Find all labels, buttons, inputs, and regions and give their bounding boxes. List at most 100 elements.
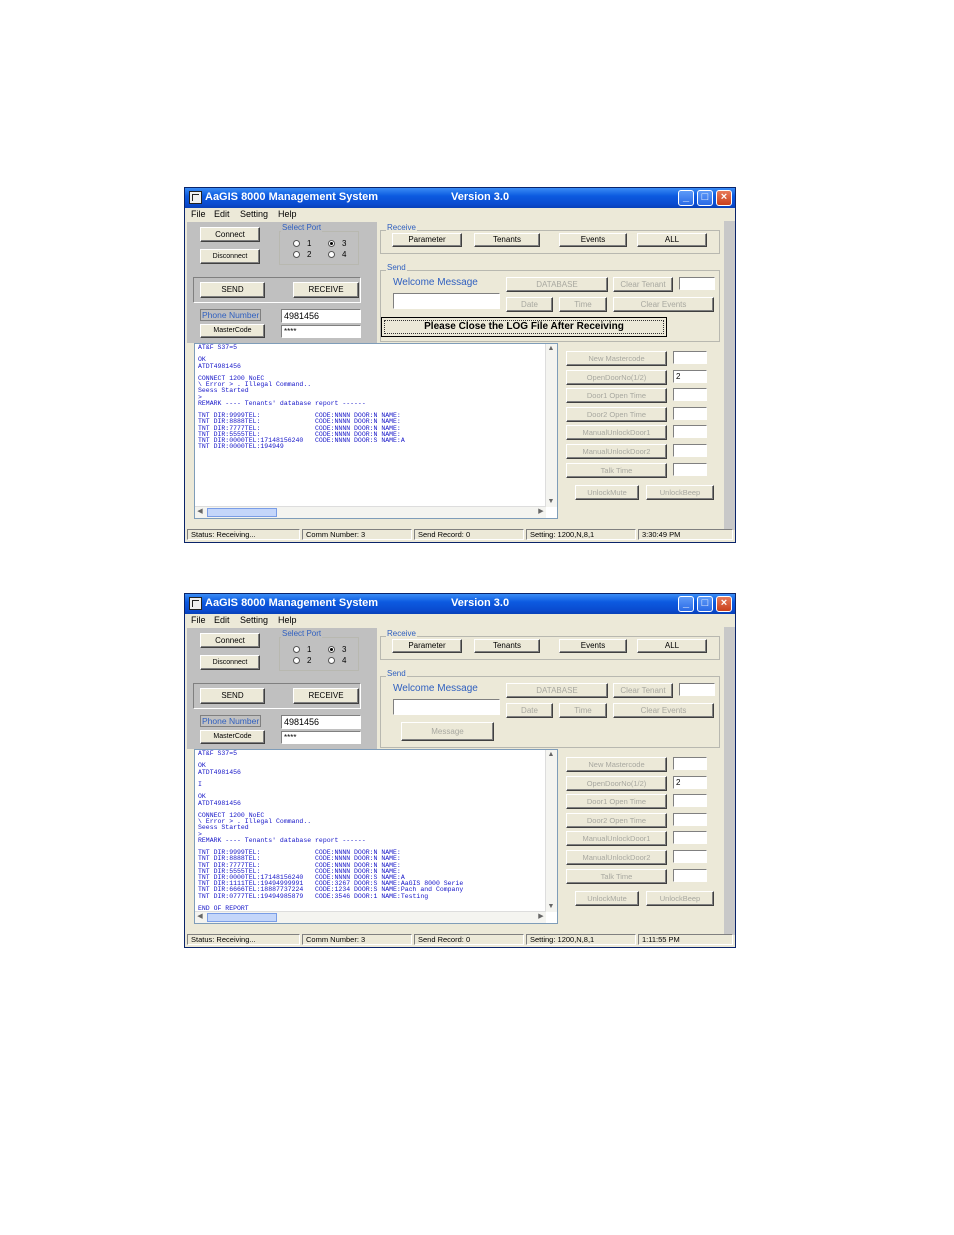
minimize-icon[interactable]: _ xyxy=(678,190,694,206)
side-value-field[interactable]: 2 xyxy=(673,775,707,789)
clear-tenant-field[interactable] xyxy=(679,683,715,696)
port-4-radio[interactable] xyxy=(328,251,335,258)
side-button-manualunlockdoor1[interactable]: ManualUnlockDoor1 xyxy=(566,831,667,847)
side-button-door2-open-time[interactable]: Door2 Open Time xyxy=(566,812,667,828)
side-value-field[interactable] xyxy=(673,831,707,845)
side-value-field[interactable] xyxy=(673,462,707,476)
app-window[interactable]: AaGIS 8000 Management System Version 3.0… xyxy=(184,187,736,543)
log-horizontal-scrollbar[interactable]: ◀ ▶ xyxy=(195,911,546,923)
database-button[interactable]: DATABASE xyxy=(506,683,608,698)
side-button-new-mastercode[interactable]: New Mastercode xyxy=(566,757,667,772)
title-bar[interactable]: AaGIS 8000 Management System Version 3.0… xyxy=(185,594,735,614)
clear-events-button[interactable]: Clear Events xyxy=(613,703,714,718)
side-value-field[interactable] xyxy=(673,757,707,770)
menu-file[interactable]: File xyxy=(191,615,206,625)
title-bar[interactable]: AaGIS 8000 Management System Version 3.0… xyxy=(185,188,735,208)
disconnect-button[interactable]: Disconnect xyxy=(200,249,260,264)
side-button-manualunlockdoor2[interactable]: ManualUnlockDoor2 xyxy=(566,444,667,459)
menu-help[interactable]: Help xyxy=(278,209,297,219)
disconnect-button[interactable]: Disconnect xyxy=(200,655,260,670)
close-icon[interactable]: × xyxy=(716,596,732,612)
side-value-field[interactable] xyxy=(673,444,707,457)
scroll-left-icon[interactable]: ◀ xyxy=(195,507,205,517)
connect-button[interactable]: Connect xyxy=(200,633,260,648)
mastercode-button[interactable]: MasterCode xyxy=(200,324,265,338)
welcome-message-field[interactable] xyxy=(393,293,500,309)
side-value-field[interactable] xyxy=(673,868,707,882)
unlock-beep-button[interactable]: UnlockBeep xyxy=(646,891,714,907)
mastercode-field[interactable]: **** xyxy=(281,731,361,744)
events-button[interactable]: Events xyxy=(559,233,627,247)
menu-setting[interactable]: Setting xyxy=(240,209,268,219)
scroll-thumb[interactable] xyxy=(207,913,277,922)
parameter-button[interactable]: Parameter xyxy=(392,639,462,653)
connect-button[interactable]: Connect xyxy=(200,227,260,242)
log-area[interactable]: AT&F S37=5 OK ATDT4981456 CONNECT 1200 N… xyxy=(194,343,558,519)
phone-number-field[interactable]: 4981456 xyxy=(281,309,361,323)
log-vertical-scrollbar[interactable]: ▲ ▼ xyxy=(545,344,557,507)
log-horizontal-scrollbar[interactable]: ◀ ▶ xyxy=(195,506,546,518)
side-value-field[interactable] xyxy=(673,850,707,863)
clear-tenant-button[interactable]: Clear Tenant xyxy=(613,683,673,698)
maximize-icon[interactable]: □ xyxy=(697,596,713,612)
receive-button[interactable]: RECEIVE xyxy=(293,282,359,298)
unlock-mute-button[interactable]: UnlockMute xyxy=(575,485,639,501)
date-button[interactable]: Date xyxy=(506,297,553,312)
tenants-button[interactable]: Tenants xyxy=(474,233,540,247)
send-button[interactable]: SEND xyxy=(200,688,265,704)
side-value-field[interactable] xyxy=(673,812,707,826)
tenants-button[interactable]: Tenants xyxy=(474,639,540,653)
port-2-radio[interactable] xyxy=(293,657,300,664)
side-value-field[interactable] xyxy=(673,794,707,808)
mastercode-field[interactable]: **** xyxy=(281,325,361,338)
scroll-down-icon[interactable]: ▼ xyxy=(546,497,556,507)
minimize-icon[interactable]: _ xyxy=(678,596,694,612)
date-button[interactable]: Date xyxy=(506,703,553,718)
side-value-field[interactable]: 2 xyxy=(673,369,707,383)
mastercode-button[interactable]: MasterCode xyxy=(200,730,265,744)
phone-number-field[interactable]: 4981456 xyxy=(281,715,361,729)
parameter-button[interactable]: Parameter xyxy=(392,233,462,247)
clear-events-button[interactable]: Clear Events xyxy=(613,297,714,312)
side-value-field[interactable] xyxy=(673,406,707,420)
menu-file[interactable]: File xyxy=(191,209,206,219)
scroll-right-icon[interactable]: ▶ xyxy=(536,507,546,517)
port-2-radio[interactable] xyxy=(293,251,300,258)
port-4-radio[interactable] xyxy=(328,657,335,664)
events-button[interactable]: Events xyxy=(559,639,627,653)
log-vertical-scrollbar[interactable]: ▲ ▼ xyxy=(545,750,557,912)
all-button[interactable]: ALL xyxy=(637,233,707,247)
clear-tenant-button[interactable]: Clear Tenant xyxy=(613,277,673,292)
menu-help[interactable]: Help xyxy=(278,615,297,625)
port-3-radio[interactable] xyxy=(328,240,335,247)
all-button[interactable]: ALL xyxy=(637,639,707,653)
scroll-down-icon[interactable]: ▼ xyxy=(546,902,556,912)
unlock-beep-button[interactable]: UnlockBeep xyxy=(646,485,714,501)
side-button-talk-time[interactable]: Talk Time xyxy=(566,462,667,478)
side-button-manualunlockdoor1[interactable]: ManualUnlockDoor1 xyxy=(566,425,667,441)
database-button[interactable]: DATABASE xyxy=(506,277,608,292)
app-window[interactable]: AaGIS 8000 Management System Version 3.0… xyxy=(184,593,736,948)
maximize-icon[interactable]: □ xyxy=(697,190,713,206)
scroll-left-icon[interactable]: ◀ xyxy=(195,912,205,922)
scroll-thumb[interactable] xyxy=(207,508,277,517)
scroll-up-icon[interactable]: ▲ xyxy=(546,344,556,354)
scroll-right-icon[interactable]: ▶ xyxy=(536,912,546,922)
side-button-door1-open-time[interactable]: Door1 Open Time xyxy=(566,388,667,404)
port-3-radio[interactable] xyxy=(328,646,335,653)
menu-setting[interactable]: Setting xyxy=(240,615,268,625)
menu-edit[interactable]: Edit xyxy=(214,615,230,625)
port-1-radio[interactable] xyxy=(293,240,300,247)
side-button-talk-time[interactable]: Talk Time xyxy=(566,868,667,884)
scroll-up-icon[interactable]: ▲ xyxy=(546,750,556,760)
side-button-door2-open-time[interactable]: Door2 Open Time xyxy=(566,406,667,422)
time-button[interactable]: Time xyxy=(559,297,607,312)
close-icon[interactable]: × xyxy=(716,190,732,206)
side-button-door1-open-time[interactable]: Door1 Open Time xyxy=(566,794,667,810)
log-area[interactable]: AT&F S37=5 OK ATDT4981456 I OK ATDT49814… xyxy=(194,749,558,924)
menu-edit[interactable]: Edit xyxy=(214,209,230,219)
side-button-new-mastercode[interactable]: New Mastercode xyxy=(566,351,667,366)
side-value-field[interactable] xyxy=(673,351,707,364)
side-value-field[interactable] xyxy=(673,388,707,402)
send-button[interactable]: SEND xyxy=(200,282,265,298)
